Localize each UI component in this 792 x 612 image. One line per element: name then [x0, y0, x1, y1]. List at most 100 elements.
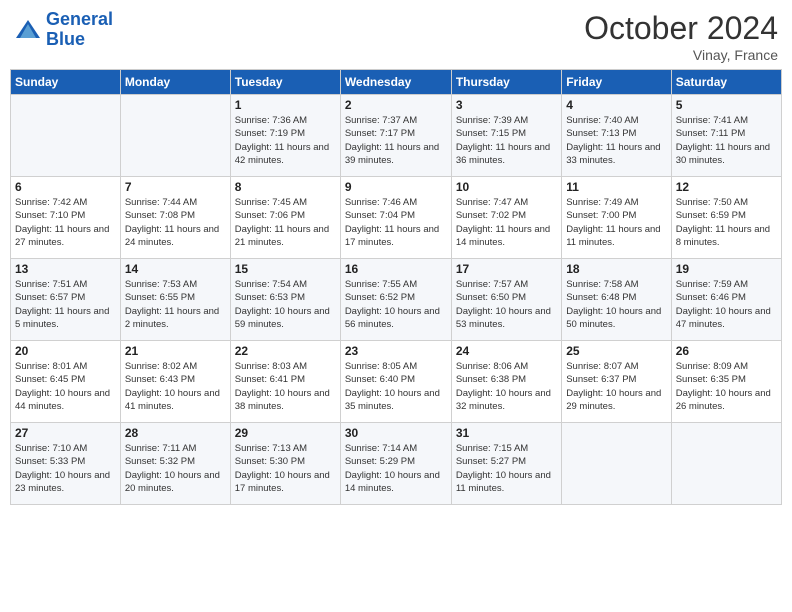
calendar-cell: 15 Sunrise: 7:54 AMSunset: 6:53 PMDayligh… — [230, 259, 340, 341]
location-label: Vinay, France — [584, 47, 778, 63]
col-wednesday: Wednesday — [340, 70, 451, 95]
calendar-cell: 9Sunrise: 7:46 AMSunset: 7:04 PMDaylight… — [340, 177, 451, 259]
calendar-cell: 25 Sunrise: 8:07 AMSunset: 6:37 PMDayligh… — [562, 341, 671, 423]
day-info: Sunrise: 8:05 AMSunset: 6:40 PMDaylight:… — [345, 360, 447, 413]
col-sunday: Sunday — [11, 70, 121, 95]
calendar-cell: 3 Sunrise: 7:39 AMSunset: 7:15 PMDaylight… — [451, 95, 561, 177]
day-info: Sunrise: 7:41 AMSunset: 7:11 PMDaylight:… — [676, 114, 777, 167]
calendar-week-row: 1 Sunrise: 7:36 AMSunset: 7:19 PMDaylight… — [11, 95, 782, 177]
day-number: 3 — [456, 98, 557, 112]
day-info: Sunrise: 8:03 AMSunset: 6:41 PMDaylight:… — [235, 360, 336, 413]
calendar-cell: 29Sunrise: 7:13 AMSunset: 5:30 PMDayligh… — [230, 423, 340, 505]
calendar-cell: 28Sunrise: 7:11 AMSunset: 5:32 PMDayligh… — [120, 423, 230, 505]
day-info: Sunrise: 7:36 AMSunset: 7:19 PMDaylight:… — [235, 114, 336, 167]
calendar-cell: 1 Sunrise: 7:36 AMSunset: 7:19 PMDaylight… — [230, 95, 340, 177]
day-number: 13 — [15, 262, 116, 276]
calendar-cell: 30 Sunrise: 7:14 AMSunset: 5:29 PMDayligh… — [340, 423, 451, 505]
logo-text: General Blue — [46, 10, 113, 50]
calendar-cell — [11, 95, 121, 177]
calendar-header-row: Sunday Monday Tuesday Wednesday Thursday… — [11, 70, 782, 95]
calendar-cell: 14 Sunrise: 7:53 AMSunset: 6:55 PMDayligh… — [120, 259, 230, 341]
calendar-cell: 27 Sunrise: 7:10 AMSunset: 5:33 PMDayligh… — [11, 423, 121, 505]
day-number: 25 — [566, 344, 666, 358]
day-number: 21 — [125, 344, 226, 358]
day-number: 15 — [235, 262, 336, 276]
calendar-week-row: 20Sunrise: 8:01 AMSunset: 6:45 PMDayligh… — [11, 341, 782, 423]
calendar-cell: 23Sunrise: 8:05 AMSunset: 6:40 PMDayligh… — [340, 341, 451, 423]
day-info: Sunrise: 8:09 AMSunset: 6:35 PMDaylight:… — [676, 360, 777, 413]
day-info: Sunrise: 7:42 AMSunset: 7:10 PMDaylight:… — [15, 196, 116, 249]
day-number: 8 — [235, 180, 336, 194]
col-tuesday: Tuesday — [230, 70, 340, 95]
calendar-week-row: 13Sunrise: 7:51 AMSunset: 6:57 PMDayligh… — [11, 259, 782, 341]
day-number: 14 — [125, 262, 226, 276]
day-number: 31 — [456, 426, 557, 440]
calendar-cell: 18Sunrise: 7:58 AMSunset: 6:48 PMDayligh… — [562, 259, 671, 341]
calendar-cell: 2Sunrise: 7:37 AMSunset: 7:17 PMDaylight… — [340, 95, 451, 177]
day-info: Sunrise: 7:50 AMSunset: 6:59 PMDaylight:… — [676, 196, 777, 249]
day-info: Sunrise: 8:07 AMSunset: 6:37 PMDaylight:… — [566, 360, 666, 413]
day-number: 29 — [235, 426, 336, 440]
month-title: October 2024 Vinay, France — [584, 10, 778, 63]
day-number: 2 — [345, 98, 447, 112]
calendar-cell — [562, 423, 671, 505]
calendar-cell: 5 Sunrise: 7:41 AMSunset: 7:11 PMDaylight… — [671, 95, 781, 177]
calendar-cell: 22 Sunrise: 8:03 AMSunset: 6:41 PMDayligh… — [230, 341, 340, 423]
day-number: 4 — [566, 98, 666, 112]
calendar-cell: 10 Sunrise: 7:47 AMSunset: 7:02 PMDayligh… — [451, 177, 561, 259]
calendar-cell: 11 Sunrise: 7:49 AMSunset: 7:00 PMDayligh… — [562, 177, 671, 259]
day-info: Sunrise: 8:01 AMSunset: 6:45 PMDaylight:… — [15, 360, 116, 413]
calendar-cell: 17 Sunrise: 7:57 AMSunset: 6:50 PMDayligh… — [451, 259, 561, 341]
calendar-cell: 16 Sunrise: 7:55 AMSunset: 6:52 PMDayligh… — [340, 259, 451, 341]
day-info: Sunrise: 7:53 AMSunset: 6:55 PMDaylight:… — [125, 278, 226, 331]
calendar-cell: 13Sunrise: 7:51 AMSunset: 6:57 PMDayligh… — [11, 259, 121, 341]
day-number: 1 — [235, 98, 336, 112]
col-thursday: Thursday — [451, 70, 561, 95]
calendar-cell: 20Sunrise: 8:01 AMSunset: 6:45 PMDayligh… — [11, 341, 121, 423]
day-info: Sunrise: 7:10 AMSunset: 5:33 PMDaylight:… — [15, 442, 116, 495]
day-info: Sunrise: 7:15 AMSunset: 5:27 PMDaylight:… — [456, 442, 557, 495]
day-number: 22 — [235, 344, 336, 358]
logo-line1: General — [46, 9, 113, 29]
calendar-week-row: 6Sunrise: 7:42 AMSunset: 7:10 PMDaylight… — [11, 177, 782, 259]
day-info: Sunrise: 8:02 AMSunset: 6:43 PMDaylight:… — [125, 360, 226, 413]
day-number: 11 — [566, 180, 666, 194]
day-number: 28 — [125, 426, 226, 440]
col-friday: Friday — [562, 70, 671, 95]
day-number: 5 — [676, 98, 777, 112]
calendar-cell: 21 Sunrise: 8:02 AMSunset: 6:43 PMDayligh… — [120, 341, 230, 423]
day-info: Sunrise: 7:54 AMSunset: 6:53 PMDaylight:… — [235, 278, 336, 331]
calendar-table: Sunday Monday Tuesday Wednesday Thursday… — [10, 69, 782, 505]
day-number: 9 — [345, 180, 447, 194]
calendar-cell: 7Sunrise: 7:44 AMSunset: 7:08 PMDaylight… — [120, 177, 230, 259]
day-info: Sunrise: 7:58 AMSunset: 6:48 PMDaylight:… — [566, 278, 666, 331]
day-info: Sunrise: 7:39 AMSunset: 7:15 PMDaylight:… — [456, 114, 557, 167]
calendar-cell: 26Sunrise: 8:09 AMSunset: 6:35 PMDayligh… — [671, 341, 781, 423]
day-number: 12 — [676, 180, 777, 194]
day-info: Sunrise: 7:49 AMSunset: 7:00 PMDaylight:… — [566, 196, 666, 249]
month-heading: October 2024 — [584, 10, 778, 47]
calendar-cell: 31 Sunrise: 7:15 AMSunset: 5:27 PMDayligh… — [451, 423, 561, 505]
col-monday: Monday — [120, 70, 230, 95]
day-info: Sunrise: 7:55 AMSunset: 6:52 PMDaylight:… — [345, 278, 447, 331]
day-info: Sunrise: 7:47 AMSunset: 7:02 PMDaylight:… — [456, 196, 557, 249]
calendar-cell — [671, 423, 781, 505]
calendar-cell: 19Sunrise: 7:59 AMSunset: 6:46 PMDayligh… — [671, 259, 781, 341]
calendar-cell: 6Sunrise: 7:42 AMSunset: 7:10 PMDaylight… — [11, 177, 121, 259]
day-info: Sunrise: 7:57 AMSunset: 6:50 PMDaylight:… — [456, 278, 557, 331]
day-number: 16 — [345, 262, 447, 276]
day-number: 7 — [125, 180, 226, 194]
day-info: Sunrise: 7:14 AMSunset: 5:29 PMDaylight:… — [345, 442, 447, 495]
calendar-cell — [120, 95, 230, 177]
calendar-week-row: 27 Sunrise: 7:10 AMSunset: 5:33 PMDayligh… — [11, 423, 782, 505]
logo: General Blue — [14, 10, 113, 50]
day-number: 17 — [456, 262, 557, 276]
calendar-cell: 12 Sunrise: 7:50 AMSunset: 6:59 PMDayligh… — [671, 177, 781, 259]
day-number: 10 — [456, 180, 557, 194]
day-number: 30 — [345, 426, 447, 440]
day-info: Sunrise: 7:40 AMSunset: 7:13 PMDaylight:… — [566, 114, 666, 167]
day-info: Sunrise: 7:45 AMSunset: 7:06 PMDaylight:… — [235, 196, 336, 249]
day-info: Sunrise: 8:06 AMSunset: 6:38 PMDaylight:… — [456, 360, 557, 413]
col-saturday: Saturday — [671, 70, 781, 95]
day-number: 27 — [15, 426, 116, 440]
